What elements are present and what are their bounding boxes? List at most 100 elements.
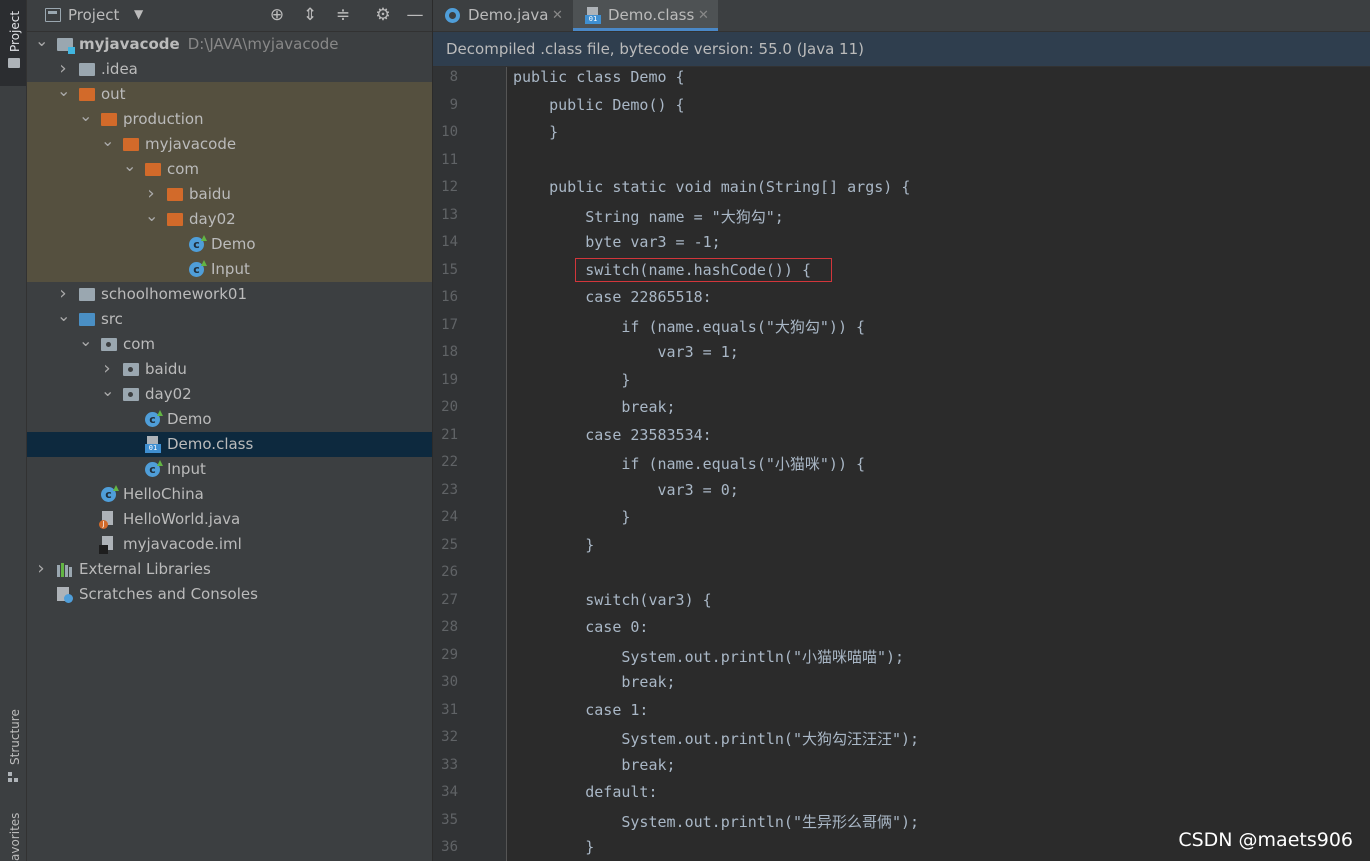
tree-row[interactable]: › .idea (27, 57, 432, 82)
line-number: 13 (441, 206, 458, 223)
chevron-down-icon[interactable]: ⌄ (35, 32, 48, 50)
excluded-folder-icon (79, 88, 95, 101)
line-number: 9 (449, 96, 458, 113)
tree-row-label: day02 (145, 382, 192, 407)
locate-icon[interactable]: ⊕ (267, 5, 287, 25)
tree-row[interactable]: ⌄ production (27, 107, 432, 132)
tree-row[interactable]: ⌄ com (27, 332, 432, 357)
class-icon: c (145, 462, 160, 477)
tree-row[interactable]: c Demo (27, 232, 432, 257)
line-number: 26 (441, 564, 458, 580)
line-number: 8 (449, 69, 458, 85)
chevron-down-icon[interactable]: ⌄ (123, 157, 136, 175)
code-line: System.out.println("大狗勾汪汪汪"); (513, 730, 920, 748)
folder-icon (79, 288, 95, 301)
tree-row[interactable]: c Input (27, 457, 432, 482)
package-icon (123, 388, 139, 401)
tree-row[interactable]: c Input (27, 257, 432, 282)
chevron-down-icon[interactable]: ⌄ (57, 307, 70, 325)
line-number: 14 (441, 234, 458, 250)
chevron-right-icon[interactable]: › (57, 57, 69, 81)
folder-icon (79, 63, 95, 76)
tree-row[interactable]: myjavacode.iml (27, 532, 432, 557)
chevron-down-icon[interactable]: ⌄ (101, 132, 114, 150)
tree-row[interactable]: J HelloWorld.java (27, 507, 432, 532)
editor-tab-bar: Demo.java ✕ 01 Demo.class ✕ (433, 0, 1370, 32)
code-line: if (name.equals("大狗勾")) { (513, 317, 866, 336)
tree-row-text: myjavacode (79, 35, 180, 53)
tree-row-label: Demo (167, 407, 212, 432)
tree-row-label: Demo.class (167, 432, 253, 457)
tool-window-strip: Project Structure avorites (0, 0, 27, 861)
tree-row[interactable]: › External Libraries (27, 557, 432, 582)
tree-row-label: Demo (211, 232, 256, 257)
code-line: public Demo() { (513, 95, 685, 114)
tree-row[interactable]: ⌄ com (27, 157, 432, 182)
tree-row-text: day02 (145, 385, 192, 403)
tab-demo-class[interactable]: 01 Demo.class ✕ (573, 0, 718, 31)
tree-row-text: Demo (167, 410, 212, 428)
excluded-folder-icon (145, 163, 161, 176)
tree-row-label: .idea (101, 57, 138, 82)
project-tool-tab-label: Project (8, 10, 22, 52)
chevron-down-icon[interactable]: ⌄ (145, 207, 158, 225)
project-tool-tab[interactable]: Project (0, 0, 26, 86)
tree-row-label: Input (167, 457, 206, 482)
line-number: 32 (441, 729, 458, 745)
chevron-right-icon[interactable]: › (145, 182, 157, 206)
tab-label: Demo.java (468, 6, 549, 24)
project-panel-title[interactable]: Project (68, 6, 119, 24)
chevron-down-icon[interactable]: ⌄ (79, 107, 92, 125)
expand-all-icon[interactable]: ⇕ (300, 5, 320, 25)
code-line: default: (513, 783, 658, 801)
folder-icon (8, 58, 20, 68)
code-line: public class Demo { (513, 68, 685, 86)
tree-row[interactable]: Scratches and Consoles (27, 582, 432, 607)
module-folder-icon (57, 38, 75, 54)
tree-row[interactable]: c HelloChina (27, 482, 432, 507)
line-number: 20 (441, 399, 458, 415)
tree-row[interactable]: ⌄ myjavacode D:\JAVA\myjavacode (27, 32, 432, 57)
chevron-down-icon[interactable]: ⌄ (57, 82, 70, 100)
tree-row-text: com (167, 160, 200, 178)
chevron-right-icon[interactable]: › (35, 557, 47, 581)
collapse-all-icon[interactable]: ≑ (333, 5, 353, 25)
tree-row-text: day02 (189, 210, 236, 228)
tree-row[interactable]: › baidu (27, 182, 432, 207)
tree-row-label: myjavacode (145, 132, 236, 157)
tree-row[interactable]: ⌄ myjavacode (27, 132, 432, 157)
line-number: 18 (441, 344, 458, 360)
tree-row-text: out (101, 85, 126, 103)
chevron-down-icon[interactable]: ⌄ (79, 332, 92, 350)
code-line: } (513, 508, 631, 526)
tree-row-text: schoolhomework01 (101, 285, 248, 303)
chevron-right-icon[interactable]: › (101, 357, 113, 381)
tree-row-text: Demo (211, 235, 256, 253)
tree-row-text: HelloChina (123, 485, 204, 503)
code-line: case 22865518: (513, 288, 712, 306)
tree-row-text: Scratches and Consoles (79, 585, 258, 603)
tree-row[interactable]: › baidu (27, 357, 432, 382)
switch-highlight-box (575, 258, 832, 282)
chevron-down-icon[interactable]: ▼ (134, 7, 143, 21)
tree-row[interactable]: › schoolhomework01 (27, 282, 432, 307)
tree-row[interactable]: 01 Demo.class (27, 432, 432, 457)
chevron-down-icon[interactable]: ⌄ (101, 382, 114, 400)
tree-row[interactable]: c Demo (27, 407, 432, 432)
tree-row-label: Input (211, 257, 250, 282)
minimize-icon[interactable]: — (405, 5, 425, 25)
line-number: 19 (441, 371, 458, 388)
tree-row-text: baidu (145, 360, 187, 378)
tree-row[interactable]: ⌄ day02 (27, 382, 432, 407)
tree-row-text: Input (211, 260, 250, 278)
tree-row[interactable]: ⌄ src (27, 307, 432, 332)
libraries-icon (57, 563, 73, 577)
close-icon[interactable]: ✕ (552, 0, 563, 31)
close-icon[interactable]: ✕ (698, 0, 709, 31)
tree-row[interactable]: ⌄ day02 (27, 207, 432, 232)
gear-icon[interactable]: ⚙ (373, 5, 393, 25)
chevron-right-icon[interactable]: › (57, 282, 69, 306)
tree-row[interactable]: ⌄ out (27, 82, 432, 107)
code-line: byte var3 = -1; (513, 233, 721, 251)
tab-demo-java[interactable]: Demo.java ✕ (433, 0, 571, 31)
